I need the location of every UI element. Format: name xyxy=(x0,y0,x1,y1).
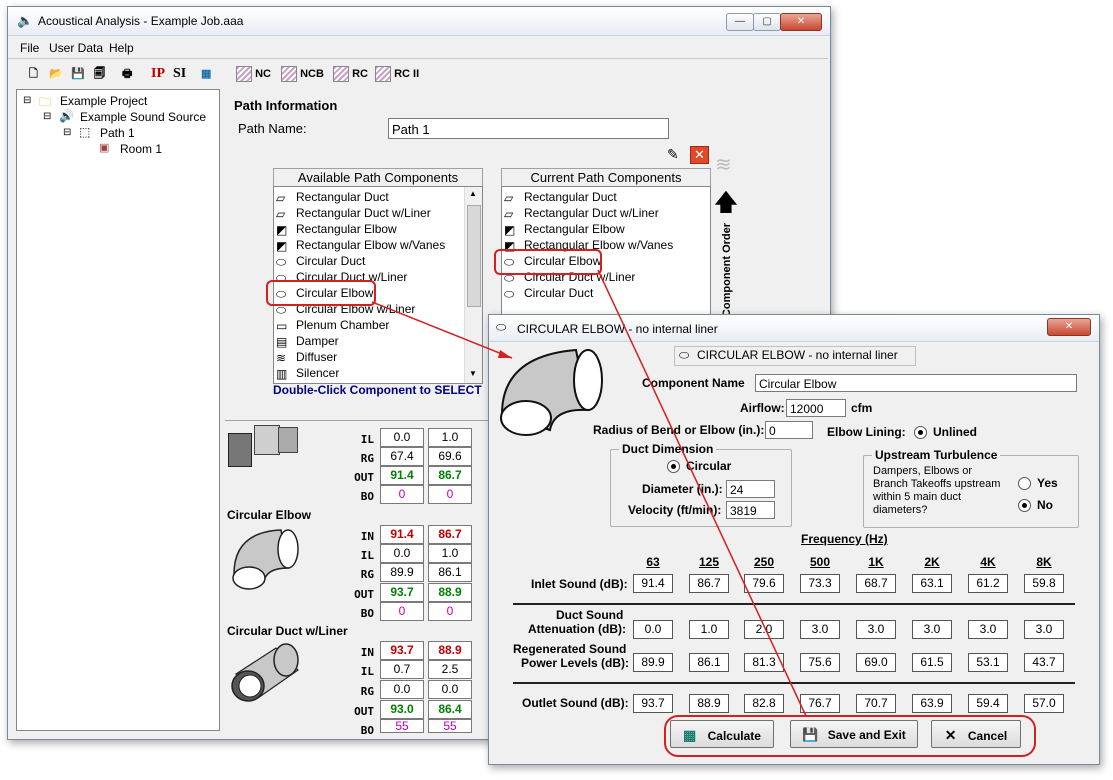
annotation-arrows xyxy=(371,269,807,717)
